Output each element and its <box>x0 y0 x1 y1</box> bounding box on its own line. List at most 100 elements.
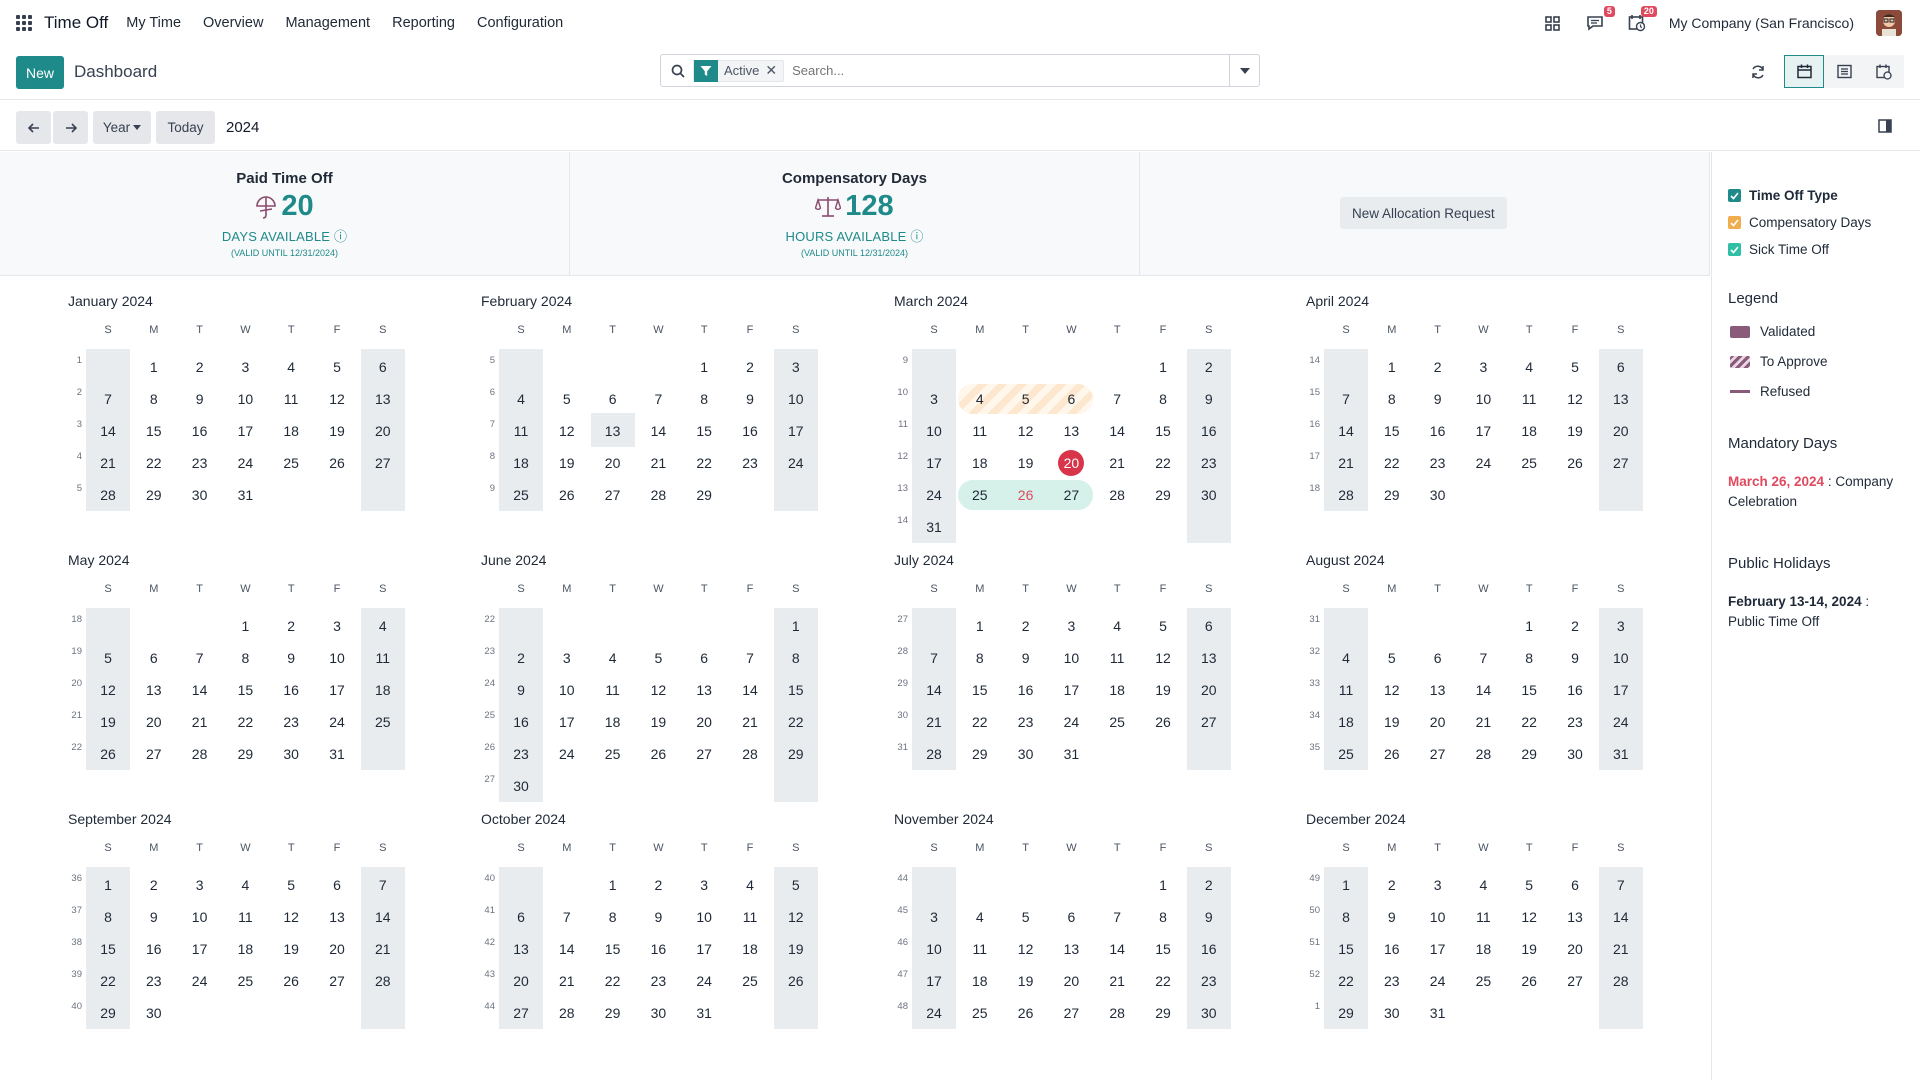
calendar-day[interactable]: 12 <box>1004 933 1048 965</box>
calendar-day[interactable]: 1 <box>1324 869 1368 901</box>
calendar-day[interactable]: 21 <box>636 447 680 479</box>
calendar-day[interactable]: 18 <box>1324 706 1368 738</box>
menu-item-reporting[interactable]: Reporting <box>392 15 455 31</box>
calendar-day[interactable]: 4 <box>958 901 1002 933</box>
calendar-day[interactable]: 6 <box>591 383 635 415</box>
calendar-day[interactable]: 31 <box>223 479 267 511</box>
calendar-day[interactable]: 30 <box>1004 738 1048 770</box>
calendar-day[interactable]: 11 <box>958 415 1002 447</box>
calendar-day[interactable]: 21 <box>912 706 956 738</box>
calendar-day[interactable]: 4 <box>1324 642 1368 674</box>
calendar-day[interactable]: 3 <box>1461 351 1505 383</box>
calendar-day[interactable]: 6 <box>361 351 405 383</box>
calendar-day[interactable]: 14 <box>1095 415 1139 447</box>
calendar-day[interactable]: 6 <box>1187 610 1231 642</box>
company-switcher[interactable]: My Company (San Francisco) <box>1669 15 1854 31</box>
calendar-day[interactable]: 26 <box>1507 965 1551 997</box>
calendar-day[interactable]: 25 <box>499 479 543 511</box>
calendar-day[interactable]: 28 <box>1461 738 1505 770</box>
calendar-day[interactable]: 19 <box>774 933 818 965</box>
calendar-day[interactable]: 27 <box>361 447 405 479</box>
calendar-day[interactable]: 23 <box>132 965 176 997</box>
calendar-day[interactable]: 19 <box>1004 447 1048 479</box>
calendar-day[interactable]: 5 <box>269 869 313 901</box>
calendar-day[interactable]: 4 <box>958 383 1002 415</box>
calendar-day[interactable]: 28 <box>1095 479 1139 511</box>
calendar-day[interactable]: 27 <box>1553 965 1597 997</box>
calendar-day[interactable]: 22 <box>1370 447 1414 479</box>
calendar-day[interactable]: 2 <box>1187 351 1231 383</box>
calendar-day[interactable]: 11 <box>591 674 635 706</box>
calendar-day[interactable]: 11 <box>1507 383 1551 415</box>
calendar-day[interactable]: 5 <box>1004 901 1048 933</box>
calendar-day[interactable]: 30 <box>1187 479 1231 511</box>
calendar-day[interactable]: 25 <box>591 738 635 770</box>
calendar-day[interactable]: 21 <box>1324 447 1368 479</box>
calendar-day[interactable]: 15 <box>86 933 130 965</box>
calendar-day[interactable]: 10 <box>223 383 267 415</box>
calendar-day[interactable]: 13 <box>361 383 405 415</box>
calendar-day[interactable]: 12 <box>545 415 589 447</box>
calendar-day[interactable]: 27 <box>1416 738 1460 770</box>
calendar-day[interactable]: 30 <box>1370 997 1414 1029</box>
calendar-day[interactable]: 11 <box>223 901 267 933</box>
quick-apps-icon[interactable] <box>1543 13 1563 33</box>
calendar-day[interactable]: 21 <box>86 447 130 479</box>
calendar-day[interactable]: 25 <box>958 479 1002 511</box>
calendar-day[interactable]: 14 <box>1461 674 1505 706</box>
filter-sick-time-off[interactable]: Sick Time Off <box>1728 242 1829 257</box>
calendar-day[interactable]: 28 <box>1324 479 1368 511</box>
calendar-day[interactable]: 24 <box>545 738 589 770</box>
calendar-day[interactable]: 31 <box>1416 997 1460 1029</box>
calendar-day[interactable]: 15 <box>1507 674 1551 706</box>
list-view-button[interactable] <box>1824 55 1864 88</box>
calendar-day[interactable]: 10 <box>774 383 818 415</box>
calendar-day[interactable]: 13 <box>499 933 543 965</box>
calendar-day[interactable]: 16 <box>1370 933 1414 965</box>
calendar-day[interactable]: 3 <box>1416 869 1460 901</box>
calendar-day[interactable]: 11 <box>958 933 1002 965</box>
calendar-day[interactable]: 28 <box>1095 997 1139 1029</box>
calendar-day[interactable]: 23 <box>499 738 543 770</box>
calendar-day[interactable]: 29 <box>86 997 130 1029</box>
sidebar-toggle-icon[interactable] <box>1878 119 1892 136</box>
calendar-day[interactable]: 20 <box>682 706 726 738</box>
calendar-day[interactable]: 7 <box>178 642 222 674</box>
calendar-day[interactable]: 13 <box>132 674 176 706</box>
calendar-day[interactable]: 21 <box>545 965 589 997</box>
calendar-day[interactable]: 1 <box>1141 351 1185 383</box>
calendar-day[interactable]: 22 <box>1141 447 1185 479</box>
search-input[interactable] <box>792 63 1193 78</box>
calendar-day[interactable]: 14 <box>912 674 956 706</box>
calendar-day[interactable]: 1 <box>591 869 635 901</box>
calendar-day[interactable]: 13 <box>1599 383 1643 415</box>
calendar-day[interactable]: 31 <box>912 511 956 543</box>
calendar-day[interactable]: 5 <box>1507 869 1551 901</box>
calendar-day[interactable]: 3 <box>545 642 589 674</box>
calendar-day[interactable]: 12 <box>315 383 359 415</box>
calendar-day[interactable]: 3 <box>912 383 956 415</box>
calendar-day[interactable]: 18 <box>269 415 313 447</box>
calendar-day[interactable]: 8 <box>1507 642 1551 674</box>
calendar-day[interactable]: 1 <box>86 869 130 901</box>
calendar-day[interactable]: 7 <box>545 901 589 933</box>
calendar-day[interactable]: 19 <box>1141 674 1185 706</box>
calendar-day[interactable]: 8 <box>682 383 726 415</box>
calendar-day[interactable]: 29 <box>958 738 1002 770</box>
calendar-day[interactable]: 20 <box>315 933 359 965</box>
calendar-day[interactable]: 21 <box>1461 706 1505 738</box>
calendar-day[interactable]: 23 <box>728 447 772 479</box>
calendar-day[interactable]: 5 <box>1370 642 1414 674</box>
activity-view-button[interactable] <box>1864 55 1904 88</box>
calendar-day[interactable]: 25 <box>1507 447 1551 479</box>
calendar-day[interactable]: 27 <box>1187 706 1231 738</box>
new-allocation-request-button[interactable]: New Allocation Request <box>1340 197 1507 229</box>
calendar-day[interactable]: 19 <box>1553 415 1597 447</box>
calendar-day[interactable]: 20 <box>1553 933 1597 965</box>
calendar-day[interactable]: 1 <box>774 610 818 642</box>
calendar-day[interactable]: 28 <box>912 738 956 770</box>
calendar-day[interactable]: 21 <box>1095 965 1139 997</box>
calendar-day[interactable]: 4 <box>591 642 635 674</box>
calendar-day[interactable]: 19 <box>1370 706 1414 738</box>
calendar-day[interactable]: 29 <box>1370 479 1414 511</box>
